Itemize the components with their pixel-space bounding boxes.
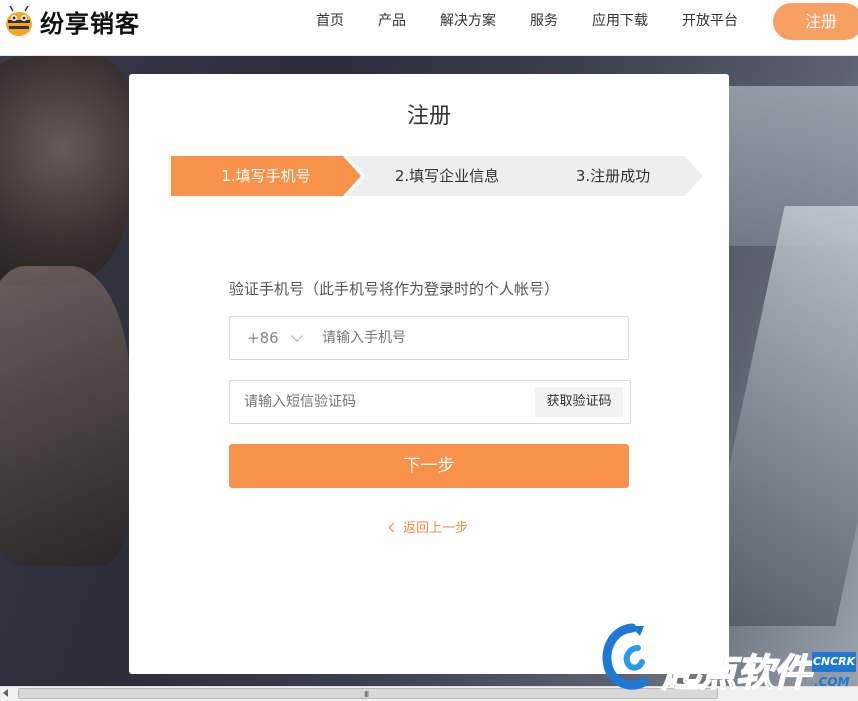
- scroll-left-arrow-icon[interactable]: [3, 689, 8, 697]
- page-title: 注册: [406, 104, 451, 129]
- next-step-button[interactable]: 下一步: [229, 444, 629, 488]
- background-hand: [0, 266, 130, 566]
- step-fill-phone: 1.填写手机号: [171, 156, 361, 196]
- nav-item-products[interactable]: 产品: [378, 10, 406, 30]
- sms-code-input[interactable]: [244, 381, 524, 423]
- watermark-domain: .COM: [814, 675, 850, 689]
- brand-logo[interactable]: 纷享销客: [2, 4, 140, 39]
- header-register-button[interactable]: 注册: [773, 3, 858, 40]
- phone-field: +86: [229, 316, 629, 360]
- top-header: 纷享销客 首页 产品 解决方案 服务 应用下载 开放平台 注册: [0, 0, 858, 56]
- logo-bee-icon: [6, 5, 32, 36]
- brand-name: 纷享销客: [40, 10, 140, 38]
- sms-code-field: 获取验证码: [229, 380, 631, 424]
- country-code-select[interactable]: +86: [247, 317, 303, 359]
- register-card: 注册 1.填写手机号 2.填写企业信息 3.注册成功 验证手机号（此手机号将作为…: [129, 74, 729, 674]
- watermark-swirl-icon: [602, 623, 649, 690]
- main-nav: 首页 产品 解决方案 服务 应用下载 开放平台: [300, 0, 772, 40]
- nav-item-solutions[interactable]: 解决方案: [440, 10, 496, 30]
- chevron-down-icon: [290, 329, 303, 342]
- chevron-left-icon: [388, 522, 399, 533]
- phone-input[interactable]: [322, 317, 612, 359]
- nav-item-open-platform[interactable]: 开放平台: [682, 10, 738, 30]
- phone-field-label: 验证手机号（此手机号将作为登录时的个人帐号）: [229, 280, 560, 298]
- nav-item-home[interactable]: 首页: [316, 10, 344, 30]
- nav-item-app-download[interactable]: 应用下载: [592, 10, 648, 30]
- step-register-success: 3.注册成功: [517, 156, 703, 196]
- scrollbar-grip: III: [364, 690, 369, 699]
- back-link-label: 返回上一步: [402, 521, 468, 536]
- watermark-tag: CNCRK: [812, 652, 856, 672]
- back-link[interactable]: 返回上一步: [129, 517, 729, 536]
- background-watch: [0, 56, 130, 286]
- get-code-button[interactable]: 获取验证码: [535, 387, 623, 417]
- nav-item-services[interactable]: 服务: [530, 10, 558, 30]
- site-watermark: 起点软件 CNCRK .COM: [598, 620, 858, 701]
- step-fill-company: 2.填写企业信息: [347, 156, 535, 196]
- watermark-text: 起点软件: [661, 650, 812, 696]
- country-code-value: +86: [247, 329, 279, 347]
